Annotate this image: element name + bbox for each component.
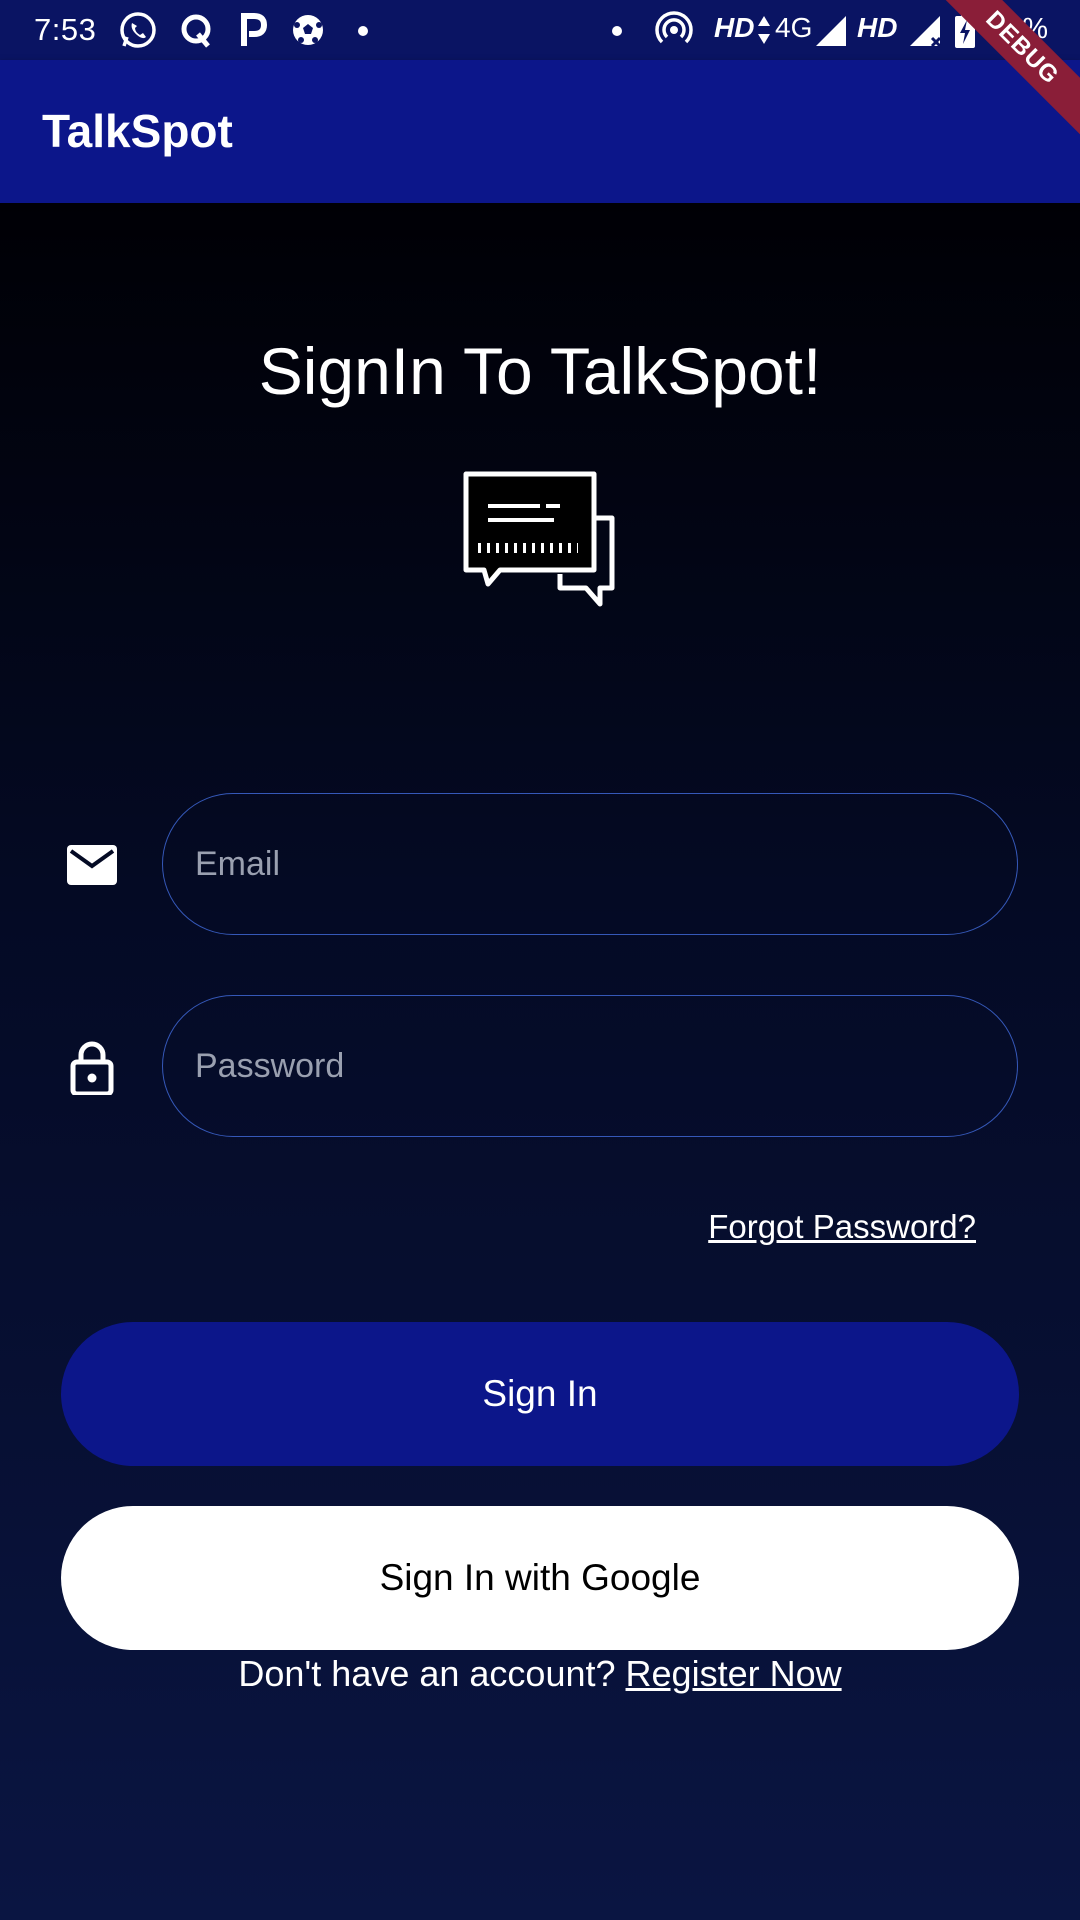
network-hd-label-2: HD <box>857 12 898 43</box>
password-input[interactable] <box>162 995 1018 1137</box>
network-hd-label: HD <box>714 12 755 43</box>
dot-icon <box>358 26 368 36</box>
register-prompt: Don't have an account? <box>238 1653 616 1694</box>
paytm-icon <box>241 13 268 46</box>
q-icon <box>181 14 211 48</box>
soccer-icon <box>293 15 323 45</box>
sign-in-button[interactable]: Sign In <box>61 1322 1019 1466</box>
app-bar: TalkSpot <box>0 60 1080 203</box>
status-bar: 7:53 HD 4G HD 3 <box>0 0 1080 60</box>
email-row <box>0 793 1080 937</box>
lock-icon <box>70 1041 114 1095</box>
whatsapp-icon <box>120 12 156 48</box>
password-row <box>0 995 1080 1139</box>
email-input[interactable] <box>162 793 1018 935</box>
chat-bubbles-icon <box>463 471 615 607</box>
forgot-password-link[interactable]: Forgot Password? <box>708 1208 976 1246</box>
hotspot-icon <box>655 11 693 44</box>
register-row: Don't have an account? Register Now <box>0 1653 1080 1695</box>
signin-heading: SignIn To TalkSpot! <box>258 334 822 408</box>
network-type-label: 4G <box>775 12 813 43</box>
signin-screen: SignIn To TalkSpot! Forgot Password? Sig… <box>0 203 1080 1920</box>
register-now-link[interactable]: Register Now <box>626 1653 842 1694</box>
signal-icon <box>816 16 846 46</box>
status-time: 7:53 <box>34 12 97 47</box>
data-arrows-icon <box>758 16 770 44</box>
dot-icon <box>612 26 622 36</box>
signal-icon <box>910 16 942 48</box>
mail-icon <box>67 845 117 885</box>
app-title: TalkSpot <box>42 105 233 157</box>
google-sign-in-button[interactable]: Sign In with Google <box>61 1506 1019 1650</box>
